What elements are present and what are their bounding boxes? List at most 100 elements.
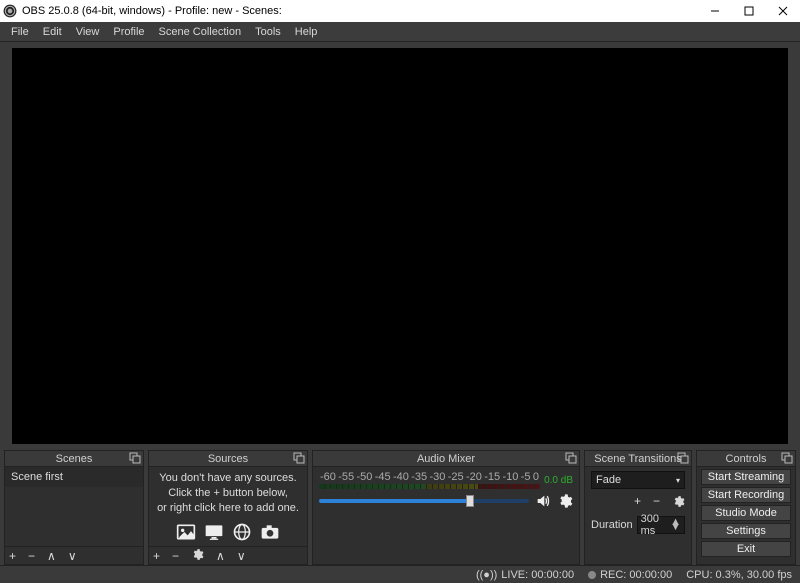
transition-selected: Fade (596, 474, 621, 486)
scenes-footer: + − ∧ ∨ (5, 546, 143, 564)
mixer-body: -60 -55 -50 -45 -40 -35 -30 -25 -20 -15 … (313, 467, 579, 564)
controls-dock: Controls Start Streaming Start Recording… (696, 450, 796, 565)
camera-source-icon (260, 522, 280, 542)
controls-title: Controls (726, 453, 767, 465)
status-rec: REC: 00:00:00 (588, 569, 672, 581)
studio-mode-button[interactable]: Studio Mode (701, 505, 791, 521)
titlebar: OBS 25.0.8 (64-bit, windows) - Profile: … (0, 0, 800, 22)
mixer-dock: Audio Mixer -60 -55 -50 -45 -40 -35 -30 (312, 450, 580, 565)
scenes-body: Scene first (5, 467, 143, 546)
start-streaming-button[interactable]: Start Streaming (701, 469, 791, 485)
add-scene-button[interactable]: + (9, 550, 16, 562)
sources-header: Sources (149, 451, 307, 467)
mixer-volume-slider[interactable] (319, 499, 529, 503)
speaker-icon[interactable] (535, 493, 551, 509)
popout-icon[interactable] (293, 452, 305, 464)
mixer-tick: -60 (320, 471, 336, 483)
mixer-tick: -50 (357, 471, 373, 483)
scene-up-button[interactable]: ∧ (47, 550, 56, 562)
obs-app-icon (0, 4, 20, 18)
globe-source-icon (232, 522, 252, 542)
remove-source-button[interactable]: − (172, 550, 179, 562)
close-button[interactable] (766, 0, 800, 22)
mixer-tick: -30 (430, 471, 446, 483)
mixer-tick-labels: -60 -55 -50 -45 -40 -35 -30 -25 -20 -15 … (319, 471, 540, 483)
add-source-button[interactable]: + (153, 550, 160, 562)
mixer-tick: -5 (521, 471, 531, 483)
scenes-dock: Scenes Scene first + − ∧ ∨ (4, 450, 144, 565)
transitions-header: Scene Transitions (585, 451, 691, 467)
controls-body: Start Streaming Start Recording Studio M… (697, 467, 795, 564)
status-live-text: LIVE: 00:00:00 (501, 569, 574, 581)
window-title: OBS 25.0.8 (64-bit, windows) - Profile: … (20, 5, 698, 17)
start-recording-button[interactable]: Start Recording (701, 487, 791, 503)
scenes-title: Scenes (56, 453, 93, 465)
sources-footer: + − ∧ ∨ (149, 546, 307, 564)
mixer-tick: -15 (484, 471, 500, 483)
source-down-button[interactable]: ∨ (237, 550, 246, 562)
transitions-body: Fade ▾ + − Duration 300 ms ▲▼ (585, 467, 691, 564)
transition-properties-button[interactable] (672, 495, 685, 510)
mixer-db-value: 0.0 dB (544, 475, 573, 486)
maximize-button[interactable] (732, 0, 766, 22)
status-cpu: CPU: 0.3%, 30.00 fps (686, 569, 792, 581)
mixer-level-meter (319, 484, 540, 489)
menu-help[interactable]: Help (288, 24, 325, 40)
menu-file[interactable]: File (4, 24, 36, 40)
docks-row: Scenes Scene first + − ∧ ∨ Sources (0, 450, 800, 565)
popout-icon[interactable] (129, 452, 141, 464)
popout-icon[interactable] (677, 452, 689, 464)
menu-scene-collection[interactable]: Scene Collection (152, 24, 249, 40)
source-properties-button[interactable] (191, 548, 204, 563)
mixer-tick: -25 (448, 471, 464, 483)
mixer-tick: -40 (393, 471, 409, 483)
menu-edit[interactable]: Edit (36, 24, 69, 40)
mixer-tick: -35 (411, 471, 427, 483)
exit-button[interactable]: Exit (701, 541, 791, 557)
transition-select[interactable]: Fade ▾ (591, 471, 685, 489)
scenes-header: Scenes (5, 451, 143, 467)
settings-button[interactable]: Settings (701, 523, 791, 539)
source-up-button[interactable]: ∧ (216, 550, 225, 562)
popout-icon[interactable] (565, 452, 577, 464)
preview-area (0, 42, 800, 450)
duration-value: 300 ms (641, 513, 671, 537)
remove-transition-button[interactable]: − (653, 495, 660, 510)
remove-scene-button[interactable]: − (28, 550, 35, 562)
controls-header: Controls (697, 451, 795, 467)
mixer-header: Audio Mixer (313, 451, 579, 467)
duration-label: Duration (591, 519, 633, 531)
application-window: OBS 25.0.8 (64-bit, windows) - Profile: … (0, 0, 800, 583)
sources-body[interactable]: You don't have any sources. Click the + … (149, 467, 307, 546)
mixer-tick: -45 (375, 471, 391, 483)
mixer-title: Audio Mixer (417, 453, 475, 465)
status-bar: ((●)) LIVE: 00:00:00 REC: 00:00:00 CPU: 0… (0, 565, 800, 583)
preview-canvas[interactable] (12, 48, 788, 444)
sources-empty-line: or right click here to add one. (157, 501, 299, 516)
status-rec-text: REC: 00:00:00 (600, 569, 672, 581)
scene-item[interactable]: Scene first (5, 467, 143, 487)
scene-down-button[interactable]: ∨ (68, 550, 77, 562)
menu-view[interactable]: View (69, 24, 107, 40)
popout-icon[interactable] (781, 452, 793, 464)
scene-list[interactable]: Scene first (5, 467, 143, 546)
mixer-tick: -20 (466, 471, 482, 483)
transitions-title: Scene Transitions (594, 453, 681, 465)
sources-empty-message: You don't have any sources. Click the + … (149, 467, 307, 546)
mixer-tick: -55 (338, 471, 354, 483)
menu-tools[interactable]: Tools (248, 24, 288, 40)
menu-profile[interactable]: Profile (106, 24, 151, 40)
add-transition-button[interactable]: + (634, 495, 641, 510)
sources-empty-line: Click the + button below, (168, 486, 288, 501)
broadcast-icon: ((●)) (476, 569, 497, 581)
image-source-icon (176, 522, 196, 542)
sources-dock: Sources You don't have any sources. Clic… (148, 450, 308, 565)
gear-icon[interactable] (557, 493, 573, 509)
sources-empty-line: You don't have any sources. (159, 471, 296, 486)
display-source-icon (204, 522, 224, 542)
spin-down-icon[interactable]: ▼ (670, 525, 681, 530)
mixer-tick: 0 (533, 471, 539, 483)
minimize-button[interactable] (698, 0, 732, 22)
duration-field[interactable]: 300 ms ▲▼ (637, 516, 685, 534)
chevron-down-icon: ▾ (676, 476, 680, 485)
